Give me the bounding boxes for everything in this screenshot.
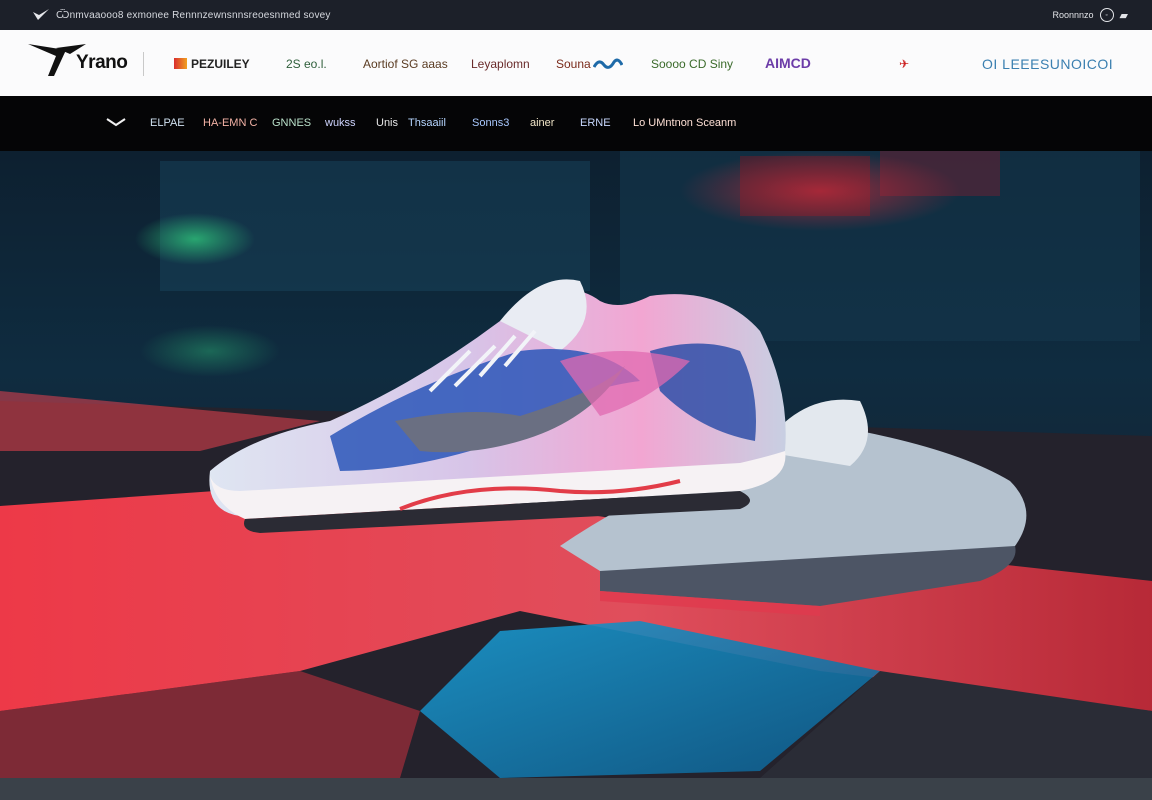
nav-item-6[interactable]: Thsaaiil	[408, 117, 446, 129]
partner-link-1[interactable]: PEZUILEY	[174, 57, 250, 71]
wave-icon	[592, 58, 623, 69]
hero-shoe-image	[0, 151, 1152, 778]
brand-check-icon[interactable]	[32, 8, 50, 22]
top-utility-bar: Ѿnmvaaooo8 exmonee Rennnzewnsnnsreoesnme…	[0, 0, 1152, 30]
bottom-strip	[0, 778, 1152, 800]
promo-ticker[interactable]: Ѿnmvaaooo8 exmonee Rennnzewnsnnsreoesnme…	[56, 10, 331, 21]
nav-item-9[interactable]: ERNE	[580, 117, 611, 129]
main-nav: ELPAE HA-EMN C GNNES wukss Unis Thsaaiil…	[0, 96, 1152, 151]
partner-link-4[interactable]: Leyaplomn	[471, 57, 530, 71]
nav-item-10[interactable]: Lo UMntnon Sceanm	[633, 117, 736, 129]
brand-bar: Yrano PEZUILEY 2S eo.l. Aortiof SG aaas …	[0, 30, 1152, 96]
nav-item-7[interactable]: Sonns3	[472, 117, 509, 129]
globe-icon[interactable]: ◦	[1099, 8, 1114, 22]
nav-item-3[interactable]: GNNES	[272, 117, 311, 129]
partner-link-9[interactable]: OI LEEESUNOICOI	[982, 56, 1113, 72]
nav-item-8[interactable]: ainer	[530, 117, 554, 129]
partner-plane-icon[interactable]: ✈	[899, 57, 909, 71]
nav-item-5[interactable]: Unis	[376, 117, 398, 129]
nav-item-1[interactable]: ELPAE	[150, 117, 185, 129]
partner-link-7[interactable]: AIMCD	[765, 55, 811, 71]
topbar-actions: Roonnnzo ◦ ▰	[1052, 8, 1128, 22]
partner-link-3[interactable]: Aortiof SG aaas	[363, 57, 448, 71]
nav-item-2[interactable]: HA-EMN C	[203, 117, 257, 129]
partner-link-6[interactable]: Soooo CD Siny	[651, 57, 733, 71]
partner-link-5[interactable]: Souna	[556, 57, 623, 71]
bag-icon[interactable]: ▰	[1120, 9, 1128, 22]
partner-flag-icon	[174, 58, 187, 69]
brand-logo-text[interactable]: Yrano	[76, 52, 128, 74]
brand-divider	[143, 52, 144, 76]
nav-item-4[interactable]: wukss	[325, 117, 356, 129]
partner-link-2[interactable]: 2S eo.l.	[286, 57, 327, 71]
account-link[interactable]: Roonnnzo	[1052, 10, 1093, 20]
chevron-down-icon[interactable]	[106, 117, 126, 127]
hero-banner[interactable]	[0, 151, 1152, 778]
